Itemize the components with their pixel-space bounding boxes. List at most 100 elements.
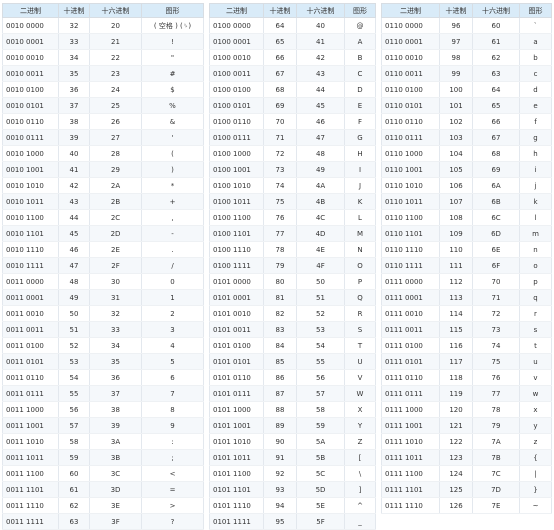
glyph-cell: D: [344, 81, 376, 98]
hex-cell: 5B: [296, 449, 345, 466]
glyph-cell: |: [519, 465, 552, 482]
decimal-cell: 81: [263, 289, 297, 306]
decimal-cell: 70: [263, 113, 297, 130]
glyph-cell: .: [141, 241, 204, 258]
glyph-cell: 6: [141, 369, 204, 386]
decimal-cell: 73: [263, 161, 297, 178]
hex-cell: 20: [89, 17, 142, 34]
hex-cell: 4F: [296, 257, 345, 274]
hex-cell: 7E: [472, 497, 520, 514]
hex-cell: 61: [472, 33, 520, 50]
hex-cell: 50: [296, 273, 345, 290]
hex-cell: 7D: [472, 481, 520, 498]
table-row: 0010 0101 37 25%: [2, 97, 204, 114]
glyph-cell: @: [344, 17, 376, 34]
decimal-cell: 92: [263, 465, 297, 482]
glyph-cell: e: [519, 97, 552, 114]
glyph-cell: X: [344, 401, 376, 418]
table-row: 0011 1000 56 38 8: [2, 401, 204, 418]
decimal-cell: 99: [439, 65, 473, 82]
binary-cell: 0110 1111: [381, 257, 440, 274]
binary-cell: 0111 1101: [381, 481, 440, 498]
hex-cell: 6F: [472, 257, 520, 274]
table-row: 0100 1010 74 4A J: [209, 177, 376, 194]
table-row: 0011 1101 61 3D =: [2, 481, 204, 498]
header-decimal: 十进制: [58, 3, 90, 18]
glyph-cell: (: [141, 145, 204, 162]
table-row: 0100 0010 66 42 B: [209, 49, 376, 66]
table-row: 0110 0111 103 67 g: [381, 129, 552, 146]
decimal-cell: 40: [58, 145, 90, 162]
hex-cell: 6E: [472, 241, 520, 258]
glyph-cell: ( 空格 ) (␠): [141, 17, 204, 34]
table-row: 0111 1110 126 7E ~: [381, 497, 552, 514]
glyph-cell: k: [519, 193, 552, 210]
hex-cell: 58: [296, 401, 345, 418]
decimal-cell: 123: [439, 449, 473, 466]
decimal-cell: 90: [263, 433, 297, 450]
table-row: 0010 0010 34 22 ": [2, 49, 204, 66]
binary-cell: 0111 0001: [381, 289, 440, 306]
hex-cell: 3B: [89, 449, 142, 466]
table-row: 0111 0001 113 71 q: [381, 289, 552, 306]
glyph-cell: r: [519, 305, 552, 322]
glyph-cell: n: [519, 241, 552, 258]
binary-cell: 0111 0100: [381, 337, 440, 354]
glyph-cell: F: [344, 113, 376, 130]
binary-cell: 0011 1110: [2, 497, 59, 514]
binary-cell: 0100 0101: [209, 97, 264, 114]
table-row: 0100 0011 67 43 C: [209, 65, 376, 82]
hex-cell: 40: [296, 17, 345, 34]
table-row: 0010 1001 41 29): [2, 161, 204, 178]
table-row: 0111 1101 125 7D}: [381, 481, 552, 498]
table-row: 0101 1000 88 58 X: [209, 401, 376, 418]
hex-cell: 24: [89, 81, 142, 98]
table-row: 0011 0100 52 34 4: [2, 337, 204, 354]
glyph-cell: ]: [344, 481, 376, 498]
decimal-cell: 58: [58, 433, 90, 450]
glyph-cell: -: [141, 225, 204, 242]
glyph-cell: ^: [344, 497, 376, 514]
table-row: 0101 1010 90 5A Z: [209, 433, 376, 450]
decimal-cell: 48: [58, 273, 90, 290]
header-hex: 十六进制: [472, 3, 520, 18]
table-row: 0111 0011 115 73 s: [381, 321, 552, 338]
glyph-cell: `: [519, 17, 552, 34]
glyph-cell: f: [519, 113, 552, 130]
table-row: 0010 1010 42 2A *: [2, 177, 204, 194]
decimal-cell: 32: [58, 17, 90, 34]
hex-cell: 5F: [296, 513, 345, 530]
hex-cell: 22: [89, 49, 142, 66]
decimal-cell: 51: [58, 321, 90, 338]
table-row: 0101 1100 92 5C \: [209, 465, 376, 482]
table-row: 0010 0000 32 20( 空格 ) (␠): [2, 17, 204, 34]
decimal-cell: 106: [439, 177, 473, 194]
table-row: 0101 0101 85 55 U: [209, 353, 376, 370]
decimal-cell: 53: [58, 353, 90, 370]
glyph-cell: {: [519, 449, 552, 466]
decimal-cell: 52: [58, 337, 90, 354]
table-row: 0011 0101 53 35 5: [2, 353, 204, 370]
decimal-cell: 107: [439, 193, 473, 210]
binary-cell: 0011 1011: [2, 449, 59, 466]
table-row: 0110 1100 108 6C l: [381, 209, 552, 226]
table-row: 0111 0101 117 75 u: [381, 353, 552, 370]
hex-cell: 26: [89, 113, 142, 130]
hex-cell: 4C: [296, 209, 345, 226]
table-row: 0010 0111 39 27 ': [2, 129, 204, 146]
decimal-cell: 79: [263, 257, 297, 274]
binary-cell: 0011 0100: [2, 337, 59, 354]
hex-cell: 48: [296, 145, 345, 162]
hex-cell: 79: [472, 417, 520, 434]
decimal-cell: 42: [58, 177, 90, 194]
hex-cell: 4D: [296, 225, 345, 242]
glyph-cell: N: [344, 241, 376, 258]
decimal-cell: 71: [263, 129, 297, 146]
hex-cell: 60: [472, 17, 520, 34]
glyph-cell: &: [141, 113, 204, 130]
glyph-cell: <: [141, 465, 204, 482]
decimal-cell: 59: [58, 449, 90, 466]
decimal-cell: 116: [439, 337, 473, 354]
binary-cell: 0111 1000: [381, 401, 440, 418]
binary-cell: 0010 0111: [2, 129, 59, 146]
